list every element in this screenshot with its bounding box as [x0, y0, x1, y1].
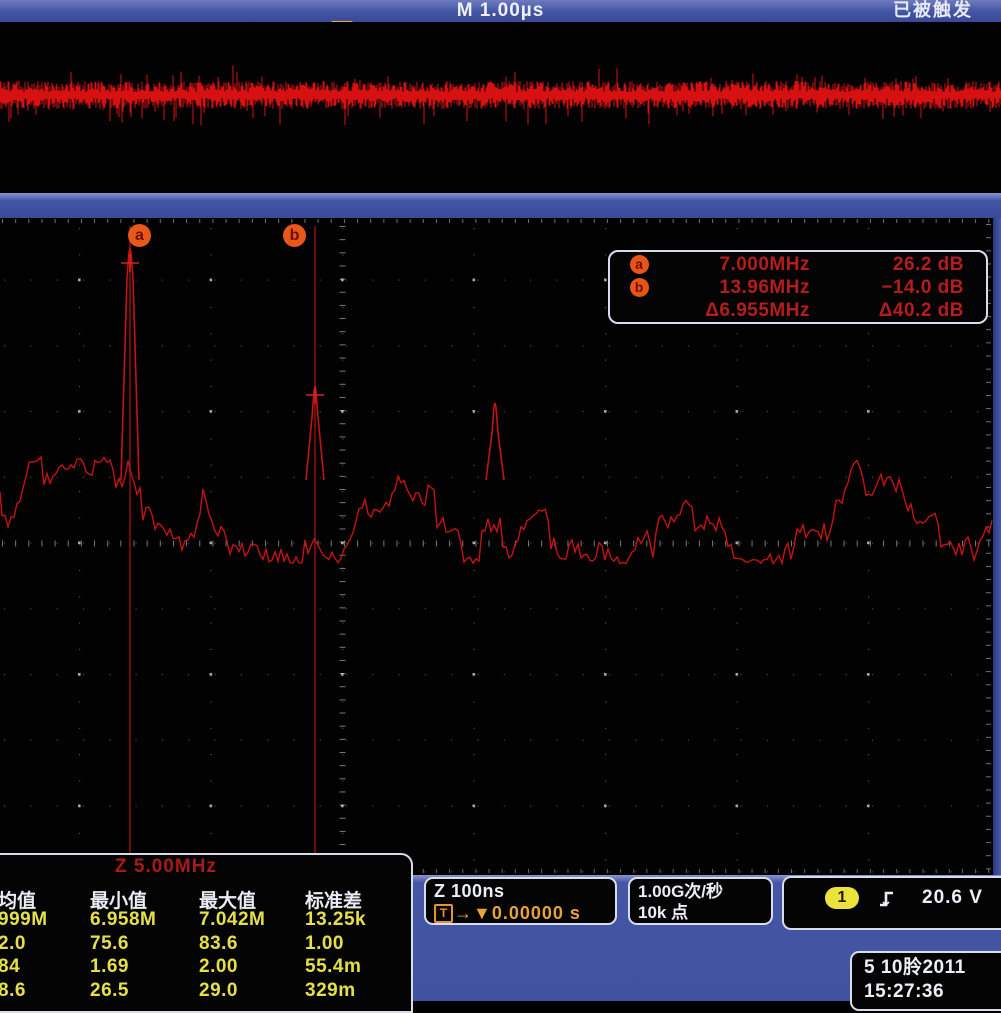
zoom-timebase-readout: Z 100ns: [434, 881, 615, 902]
table-cell: 75.6: [90, 933, 199, 956]
table-cell: 329m: [305, 980, 366, 1003]
table-cell: 83.6: [199, 933, 305, 956]
date-readout: 5 10朎2011: [864, 956, 1001, 980]
right-bezel-strip: [993, 218, 1001, 875]
col-header-max: 最大值: [199, 886, 305, 909]
sample-rate-readout: 1.00G次/秒: [638, 881, 771, 902]
top-status-bar: M 1.00µs 已被触发: [0, 0, 1001, 22]
table-cell: 1.69: [90, 956, 199, 979]
cursor-delta-frequency: Δ6.955MHz: [668, 300, 810, 322]
cursor-readout-box: a 7.000MHz 26.2 dB b 13.96MHz −14.0 dB Δ…: [608, 250, 988, 324]
datetime-box: 5 10朎2011 15:27:36: [850, 951, 1001, 1011]
trigger-status-text: 已被触发: [893, 0, 973, 22]
table-cell: 1.00: [305, 933, 366, 956]
trigger-t-icon: T: [434, 904, 453, 923]
channel-1-badge: 1: [825, 887, 859, 909]
cursor-b-icon: b: [630, 278, 649, 297]
cursor-b-marker: b: [283, 224, 306, 247]
time-domain-trace: [0, 22, 1001, 193]
table-cell: 2.0: [0, 933, 90, 956]
channel-box: 1 20.6 V: [782, 876, 1001, 930]
table-cell: 84: [0, 956, 90, 979]
channel-scale-readout: 20.6 V: [922, 887, 983, 909]
col-header-mean: 均值: [0, 886, 90, 909]
cursor-delta-level: Δ40.2 dB: [810, 300, 964, 322]
cursor-a-level: 26.2 dB: [810, 254, 964, 276]
table-cell: 29.0: [199, 980, 305, 1003]
main-timebase-readout: M 1.00µs: [0, 0, 1001, 22]
trigger-delay-readout: →▼0.00000 s: [454, 903, 581, 924]
table-cell: 6.958M: [90, 909, 199, 932]
acquisition-box: 1.00G次/秒 10k 点: [628, 877, 773, 925]
cursor-a-icon: a: [630, 255, 649, 274]
col-header-stddev: 标准差: [305, 886, 366, 909]
time-readout: 15:27:36: [864, 980, 1001, 1004]
record-length-readout: 10k 点: [638, 902, 771, 923]
col-header-min: 最小值: [90, 886, 199, 909]
separator-bar: [0, 193, 1001, 218]
cursor-b-frequency: 13.96MHz: [668, 277, 810, 299]
table-cell: 8.6: [0, 980, 90, 1003]
fft-spectrum-view: a b a 7.000MHz 26.2 dB b 13.96MHz −14.0 …: [0, 218, 1001, 875]
cursor-b-level: −14.0 dB: [810, 277, 964, 299]
oscilloscope-screen: { "top_bar": { "timebase": "M 1.00\u00b5…: [0, 0, 1001, 1001]
table-cell: 999M: [0, 909, 90, 932]
cursor-a-frequency: 7.000MHz: [668, 254, 810, 276]
measurement-table: 均值 最小值 最大值 标准差 999M 6.958M 7.042M 13.25k…: [0, 886, 366, 1003]
time-domain-view: [0, 22, 1001, 193]
fft-zoom-scale-label: Z 5.00MHz: [115, 856, 217, 878]
table-cell: 13.25k: [305, 909, 366, 932]
measurement-panel: Z 5.00MHz 均值 最小值 最大值 标准差 999M 6.958M 7.0…: [0, 853, 413, 1013]
cursor-a-marker: a: [128, 224, 151, 247]
table-cell: 55.4m: [305, 956, 366, 979]
zoom-timebase-box: Z 100ns T →▼0.00000 s: [424, 877, 617, 925]
table-cell: 2.00: [199, 956, 305, 979]
table-cell: 7.042M: [199, 909, 305, 932]
rising-edge-icon: [877, 889, 897, 909]
table-cell: 26.5: [90, 980, 199, 1003]
